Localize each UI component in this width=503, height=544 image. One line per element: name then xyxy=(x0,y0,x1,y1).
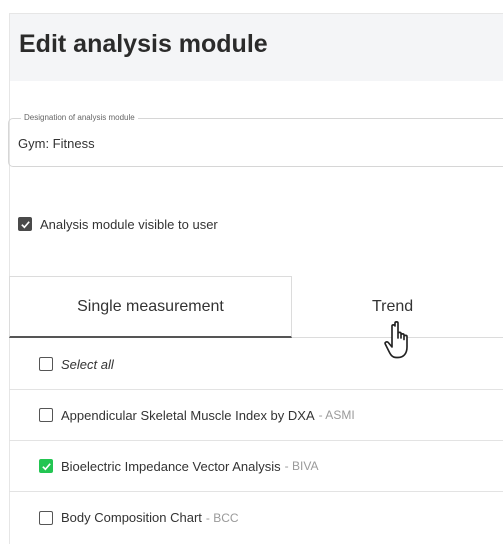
item-abbr: - ASMI xyxy=(318,408,355,422)
check-icon xyxy=(20,220,30,228)
visibility-label: Analysis module visible to user xyxy=(40,216,218,232)
check-icon xyxy=(41,462,51,470)
item-label: Appendicular Skeletal Muscle Index by DX… xyxy=(61,407,315,423)
list-item[interactable]: Appendicular Skeletal Muscle Index by DX… xyxy=(9,390,503,441)
designation-input[interactable] xyxy=(18,136,438,151)
item-abbr: - BCC xyxy=(205,510,239,525)
select-all-checkbox[interactable] xyxy=(39,357,53,371)
item-label: Body Composition Chart xyxy=(61,510,202,525)
tab-single-measurement[interactable]: Single measurement xyxy=(9,276,292,338)
designation-field[interactable]: Designation of analysis module xyxy=(8,113,503,167)
list-item[interactable]: Bioelectric Impedance Vector Analysis - … xyxy=(9,441,503,492)
list-item[interactable]: Body Composition Chart - BCC xyxy=(9,492,503,543)
page-title: Edit analysis module xyxy=(19,30,268,58)
designation-legend: Designation of analysis module xyxy=(21,113,138,122)
visibility-checkbox[interactable] xyxy=(18,217,32,231)
hand-cursor-icon xyxy=(384,321,408,359)
item-checkbox[interactable] xyxy=(39,510,53,525)
item-checkbox[interactable] xyxy=(39,459,53,473)
visibility-toggle[interactable]: Analysis module visible to user xyxy=(18,216,218,232)
panel-header: Edit analysis module xyxy=(10,14,503,81)
item-abbr: - BIVA xyxy=(284,459,319,473)
measurement-list: Select all Appendicular Skeletal Muscle … xyxy=(9,339,503,543)
item-checkbox[interactable] xyxy=(39,408,53,422)
item-label: Bioelectric Impedance Vector Analysis xyxy=(61,458,281,474)
select-all-label: Select all xyxy=(61,356,114,372)
tab-bar: Single measurement Trend xyxy=(9,276,503,339)
select-all-row[interactable]: Select all xyxy=(9,339,503,390)
